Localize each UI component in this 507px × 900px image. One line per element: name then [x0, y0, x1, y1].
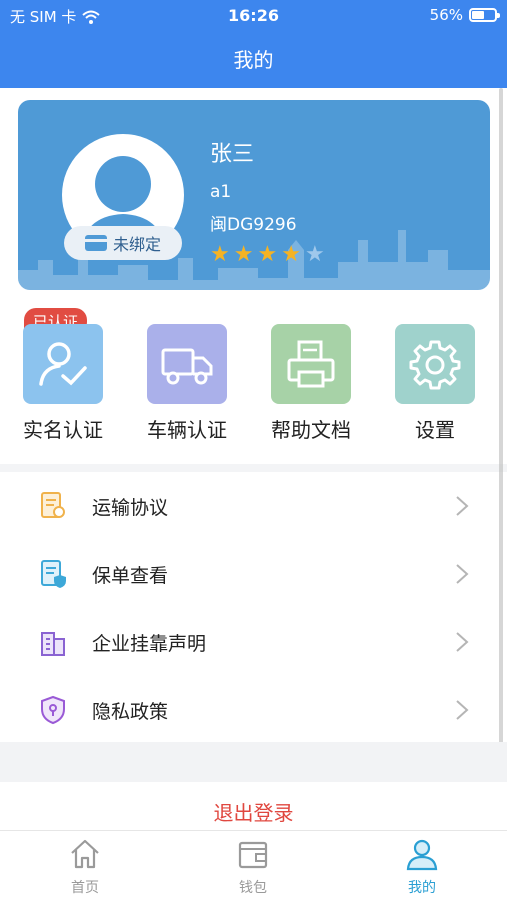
tab-label: 首页 [71, 880, 99, 896]
user-name: 张三 [210, 142, 255, 167]
chevron-right-icon [456, 496, 469, 516]
bind-status-badge[interactable]: 未绑定 [64, 226, 182, 260]
star-filled-icon: ★ [257, 242, 278, 267]
quick-actions: 实名认证 车辆认证 帮助文档 设置 [0, 316, 507, 442]
action-label: 实名认证 [23, 418, 103, 442]
battery-percent: 56% [429, 6, 463, 24]
policy-icon [41, 560, 66, 588]
wallet-icon [238, 841, 268, 869]
status-bar: 无 SIM 卡 16:26 56% [0, 0, 507, 32]
license-plate: 闽DG9296 [210, 215, 297, 235]
agreement-icon [41, 492, 65, 518]
logout-button[interactable]: 退出登录 [0, 782, 507, 830]
menu-label: 企业挂靠声明 [92, 632, 207, 655]
chevron-right-icon [456, 700, 469, 720]
battery-status: 56% [429, 6, 500, 24]
profile-content: 未绑定 张三 a1 闽DG9296 ★ ★ ★ ★ ★ 已认证 实名认证 车辆认… [0, 88, 507, 768]
menu-label: 隐私政策 [92, 700, 169, 723]
user-icon [406, 839, 438, 871]
menu-label: 运输协议 [92, 496, 169, 519]
menu-list: 运输协议 保单查看 企业挂靠声明 隐私政策 [0, 472, 507, 744]
truck-icon [147, 324, 227, 404]
tab-mine[interactable]: 我的 [372, 837, 472, 897]
rating-stars: ★ ★ ★ ★ ★ [210, 242, 325, 267]
chevron-right-icon [456, 632, 469, 652]
action-label: 设置 [415, 418, 455, 442]
tab-wallet[interactable]: 钱包 [203, 837, 303, 897]
star-empty-icon: ★ [304, 242, 325, 267]
id-verify-icon [23, 324, 103, 404]
home-icon [71, 839, 99, 869]
bank-card-icon [84, 235, 107, 251]
gear-icon [395, 324, 475, 404]
star-filled-icon: ★ [281, 242, 301, 267]
menu-item-policy-view[interactable]: 保单查看 [0, 540, 507, 608]
tab-home[interactable]: 首页 [35, 837, 135, 897]
battery-fill [472, 11, 484, 19]
settings-button[interactable]: 设置 [385, 324, 485, 443]
profile-card[interactable]: 未绑定 张三 a1 闽DG9296 ★ ★ ★ ★ ★ [18, 100, 490, 290]
battery-icon [469, 8, 500, 22]
action-label: 车辆认证 [147, 418, 227, 442]
app-header: 无 SIM 卡 16:26 56% 我的 [0, 0, 507, 88]
menu-item-enterprise-declaration[interactable]: 企业挂靠声明 [0, 608, 507, 676]
menu-label: 保单查看 [92, 564, 169, 587]
bottom-tab-bar: 首页 钱包 我的 [0, 830, 507, 900]
star-filled-icon: ★ [210, 242, 230, 267]
tab-label: 我的 [408, 880, 436, 896]
section-gap [0, 742, 507, 782]
user-id: a1 [210, 182, 232, 202]
vehicle-auth-button[interactable]: 车辆认证 [137, 324, 237, 443]
action-label: 帮助文档 [271, 418, 351, 442]
building-icon [41, 632, 65, 656]
printer-icon [271, 324, 351, 404]
menu-item-privacy-policy[interactable]: 隐私政策 [0, 676, 507, 744]
privacy-shield-icon [41, 695, 65, 725]
page-title: 我的 [233, 48, 274, 72]
help-docs-button[interactable]: 帮助文档 [261, 324, 361, 443]
section-divider [0, 464, 507, 472]
star-filled-icon: ★ [233, 242, 254, 267]
bind-status-label: 未绑定 [112, 235, 161, 254]
scrollbar[interactable] [499, 88, 503, 768]
screen: 无 SIM 卡 16:26 56% 我的 未绑定 张三 a1 闽DG9296 ★… [0, 0, 507, 900]
real-name-auth-button[interactable]: 实名认证 [13, 324, 113, 443]
menu-item-transport-agreement[interactable]: 运输协议 [0, 472, 507, 540]
tab-label: 钱包 [239, 880, 267, 896]
chevron-right-icon [456, 564, 469, 584]
